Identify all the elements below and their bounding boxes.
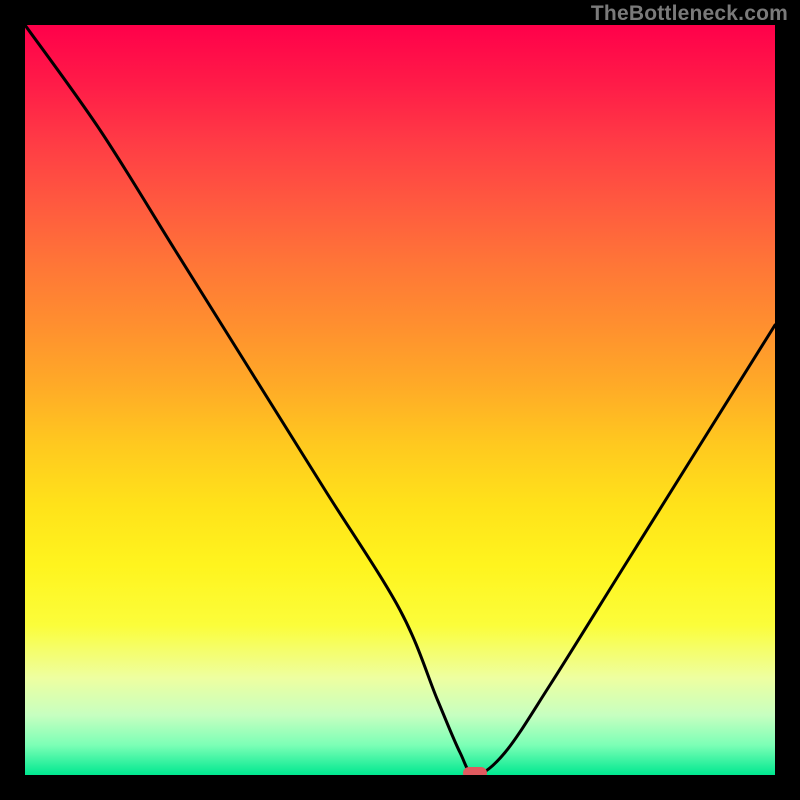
bottleneck-curve-svg [25, 25, 775, 775]
watermark-text: TheBottleneck.com [591, 2, 788, 26]
bottleneck-curve-path [25, 25, 775, 775]
optimal-marker [463, 767, 487, 775]
plot-area [25, 25, 775, 775]
chart-frame: TheBottleneck.com [0, 0, 800, 800]
